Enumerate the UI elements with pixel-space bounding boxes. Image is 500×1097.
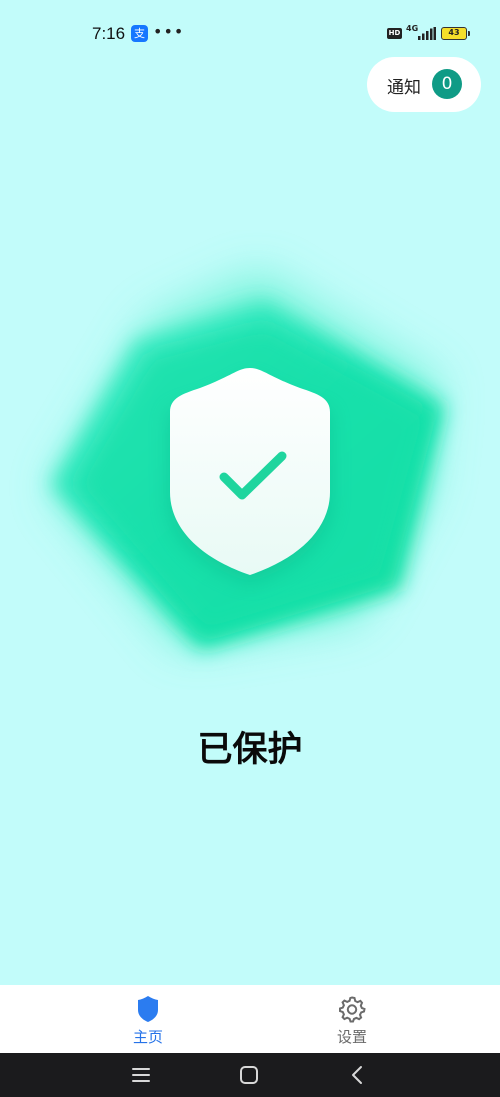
shield-icon <box>138 996 158 1022</box>
hd-icon: HD <box>387 28 402 39</box>
alipay-icon: 支 <box>131 25 148 42</box>
home-icon[interactable] <box>237 1063 261 1087</box>
status-time: 7:16 <box>92 24 126 43</box>
tab-settings-label: 设置 <box>336 1028 367 1046</box>
protection-status-title: 已保护 <box>197 730 303 770</box>
battery-icon: 43 <box>441 27 467 40</box>
bottom-tab-bar: 主页 设置 <box>0 985 500 1053</box>
tab-home[interactable]: 主页 <box>88 985 208 1053</box>
notification-label: 通知 <box>387 78 421 98</box>
tab-settings[interactable]: 设置 <box>292 985 412 1053</box>
back-icon[interactable] <box>345 1063 369 1087</box>
gear-icon <box>339 996 366 1023</box>
notification-count-badge: 0 <box>432 69 462 99</box>
notification-button[interactable]: 通知 0 <box>367 57 481 112</box>
menu-icon[interactable] <box>129 1063 153 1087</box>
signal-icon <box>418 27 436 40</box>
battery-tip <box>468 31 470 36</box>
protection-shield-graphic <box>50 270 445 650</box>
tab-home-label: 主页 <box>132 1028 163 1046</box>
system-navigation-bar <box>0 1053 500 1097</box>
more-notifications-icon: ••• <box>153 22 185 41</box>
network-type: 4G <box>406 24 419 33</box>
battery-level: 43 <box>448 28 460 37</box>
